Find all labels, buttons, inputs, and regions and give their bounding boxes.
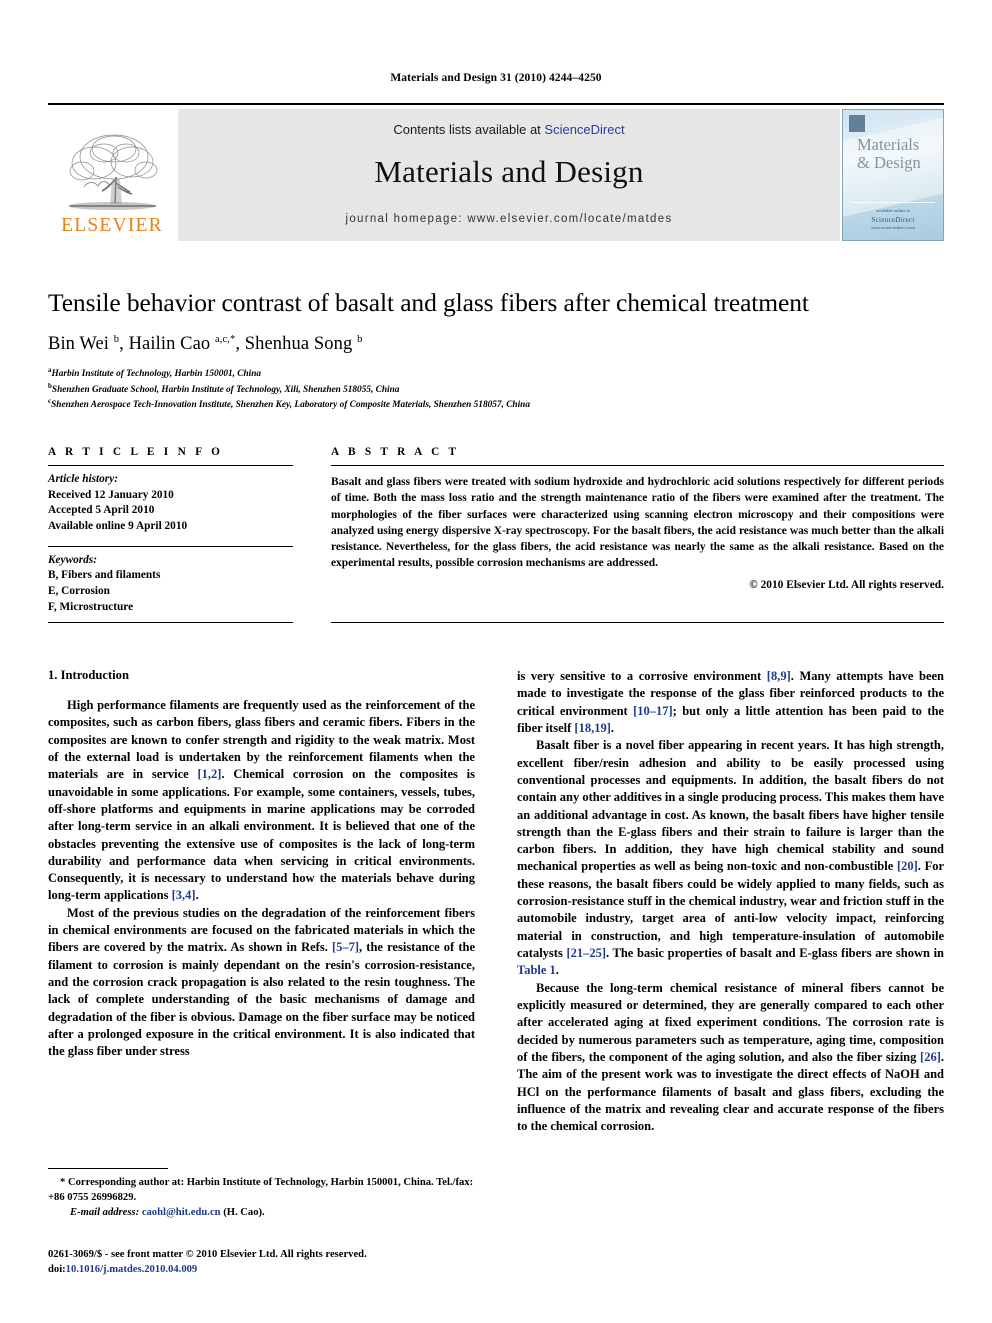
cover-foot-small: available online at: [876, 207, 910, 213]
affiliation-item: aHarbin Institute of Technology, Harbin …: [48, 366, 262, 380]
abstract-column: A B S T R A C T Basalt and glass fibers …: [331, 446, 944, 616]
citation-ref[interactable]: [21–25]: [566, 946, 606, 960]
abstract-text: Basalt and glass fibers were treated wit…: [331, 476, 944, 570]
corresponding-author-note: * Corresponding author at: Harbin Instit…: [48, 1177, 474, 1204]
contents-available-line: Contents lists available at ScienceDirec…: [393, 122, 624, 137]
article-history-label: Article history:: [48, 473, 118, 485]
table-ref[interactable]: Table 1: [517, 963, 556, 977]
citation-ref[interactable]: [18,19]: [574, 721, 610, 735]
doi-line: doi:10.1016/j.matdes.2010.04.009: [48, 1262, 518, 1277]
doi-link[interactable]: 10.1016/j.matdes.2010.04.009: [66, 1264, 198, 1275]
citation-ref[interactable]: [20]: [897, 859, 918, 873]
masthead-center: Contents lists available at ScienceDirec…: [178, 109, 840, 241]
imprint-block: 0261-3069/$ - see front matter © 2010 El…: [48, 1247, 518, 1278]
history-item: Received 12 January 2010: [48, 488, 174, 501]
email-link[interactable]: caohl@hit.edu.cn: [142, 1207, 221, 1218]
journal-article-page: Materials and Design 31 (2010) 4244–4250: [0, 0, 992, 1323]
affiliation-item: bShenzhen Graduate School, Harbin Instit…: [48, 381, 400, 395]
body-paragraph: Basalt fiber is a novel fiber appearing …: [517, 738, 944, 978]
keywords-block: Keywords: B, Fibers and filaments E, Cor…: [48, 547, 293, 616]
cover-foot-big: ScienceDirect: [871, 215, 915, 224]
keyword-item: F, Microstructure: [48, 600, 134, 613]
cover-foot-url: www.sciencedirect.com: [871, 225, 915, 231]
body-paragraph: Because the long-term chemical resistanc…: [517, 980, 944, 1134]
body-separator-rules: [48, 622, 944, 623]
email-suffix: (H. Cao).: [223, 1207, 265, 1219]
body-rule-left: [48, 622, 293, 623]
body-column-right: is very sensitive to a corrosive environ…: [517, 668, 944, 1135]
copyright-line: © 2010 Elsevier Ltd. All rights reserved…: [749, 578, 944, 591]
citation-ref[interactable]: [8,9]: [767, 669, 791, 683]
journal-title: Materials and Design: [374, 154, 644, 189]
keyword-item: B, Fibers and filaments: [48, 569, 161, 582]
citation-ref[interactable]: [10–17]: [633, 704, 673, 718]
running-head: Materials and Design 31 (2010) 4244–4250: [390, 72, 602, 84]
section-heading-introduction: 1. Introduction: [48, 668, 129, 682]
citation-ref[interactable]: [1,2]: [197, 767, 221, 781]
history-item: Accepted 5 April 2010: [48, 504, 155, 517]
article-info-column: A R T I C L E I N F O Article history: R…: [48, 446, 293, 616]
citation-ref[interactable]: [3,4]: [172, 888, 196, 902]
citation-ref[interactable]: [5–7]: [332, 940, 359, 954]
history-item: Available online 9 April 2010: [48, 520, 188, 533]
article-info-label: A R T I C L E I N F O: [48, 446, 224, 458]
elsevier-tree-icon: [68, 134, 158, 210]
doi-label: doi:: [48, 1264, 66, 1276]
journal-homepage[interactable]: journal homepage: www.elsevier.com/locat…: [345, 213, 672, 225]
keyword-item: E, Corrosion: [48, 585, 110, 598]
citation-ref[interactable]: [26]: [920, 1050, 941, 1064]
article-history: Article history: Received 12 January 201…: [48, 466, 293, 535]
issn-copyright-line: 0261-3069/$ - see front matter © 2010 El…: [48, 1249, 367, 1260]
body-columns: 1. Introduction High performance filamen…: [48, 668, 944, 1135]
journal-cover-thumbnail: Materials & Design available online at S…: [842, 109, 944, 241]
footnote-rule: [48, 1168, 168, 1169]
info-abstract-region: A R T I C L E I N F O Article history: R…: [48, 446, 944, 616]
email-note: E-mail address: caohl@hit.edu.cn (H. Cao…: [48, 1205, 475, 1220]
body-paragraph: Most of the previous studies on the degr…: [48, 905, 475, 1059]
body-column-left: 1. Introduction High performance filamen…: [48, 668, 475, 1135]
cover-footer: available online at ScienceDirect www.sc…: [843, 208, 943, 232]
elsevier-logo: ELSEVIER: [48, 109, 176, 241]
abstract-label: A B S T R A C T: [331, 446, 460, 458]
body-paragraph: High performance filaments are frequentl…: [48, 698, 475, 903]
affiliation-item: cShenzhen Aerospace Tech-Innovation Inst…: [48, 397, 530, 411]
body-paragraph: is very sensitive to a corrosive environ…: [517, 669, 945, 735]
title-block: Tensile behavior contrast of basalt and …: [48, 288, 944, 412]
page-title: Tensile behavior contrast of basalt and …: [48, 288, 809, 317]
affiliation-list: aHarbin Institute of Technology, Harbin …: [48, 366, 944, 412]
keywords-label: Keywords:: [48, 553, 97, 566]
cover-divider: [851, 202, 935, 203]
email-label: E-mail address:: [70, 1207, 140, 1219]
sciencedirect-link[interactable]: ScienceDirect: [544, 122, 624, 137]
footnote-block: * Corresponding author at: Harbin Instit…: [48, 1168, 475, 1220]
journal-masthead: ELSEVIER Contents lists available at Sci…: [48, 103, 944, 241]
contents-prefix: Contents lists available at: [393, 122, 545, 137]
elsevier-badge-icon: [849, 115, 865, 132]
elsevier-wordmark: ELSEVIER: [61, 214, 163, 236]
body-rule-right: [331, 622, 944, 623]
author-list: Bin Wei b, Hailin Cao a,c,*, Shenhua Son…: [48, 334, 363, 355]
